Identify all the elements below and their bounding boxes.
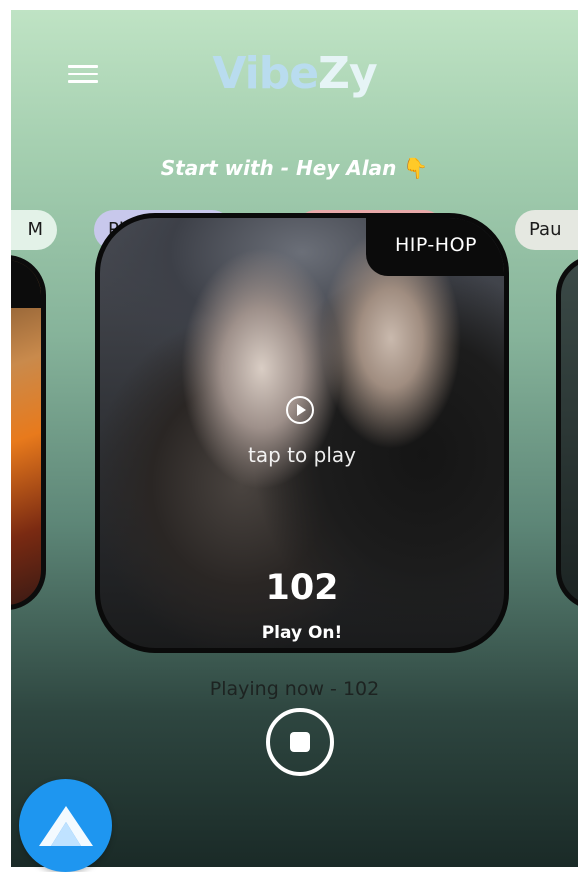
pointing-down-icon: 👇 (403, 156, 429, 180)
app-screen: VibeZy Start with - Hey Alan 👇 M Pl Pau … (11, 10, 578, 867)
voice-hint-text: Start with - Hey Alan (160, 156, 397, 180)
genre-chip[interactable]: Pau (515, 210, 578, 250)
logo-part-vibe: Vibe (212, 48, 319, 99)
voice-hint: Start with - Hey Alan 👇 (11, 156, 578, 180)
station-card[interactable]: HIP-HOP tap to play 102 Play On! (95, 213, 509, 653)
genre-tag: HIP-HOP (366, 218, 504, 276)
app-logo: VibeZy (11, 48, 578, 99)
station-number: 102 (265, 568, 339, 608)
genre-chip[interactable]: M (11, 210, 57, 250)
stop-button[interactable] (266, 708, 334, 776)
play-on-label: Play On! (261, 623, 343, 643)
now-playing-label: Playing now - 102 (209, 678, 380, 700)
alan-assistant-button[interactable] (19, 779, 112, 872)
stop-icon (290, 732, 310, 752)
prev-card-genre-tag (11, 260, 41, 308)
prev-station-card[interactable] (11, 255, 46, 610)
tap-to-play-label: tap to play (248, 443, 356, 467)
logo-part-zy: Zy (318, 48, 378, 99)
play-circle-icon[interactable] (286, 396, 314, 424)
alan-assistant-icon (39, 806, 93, 846)
next-station-card[interactable] (556, 255, 578, 610)
